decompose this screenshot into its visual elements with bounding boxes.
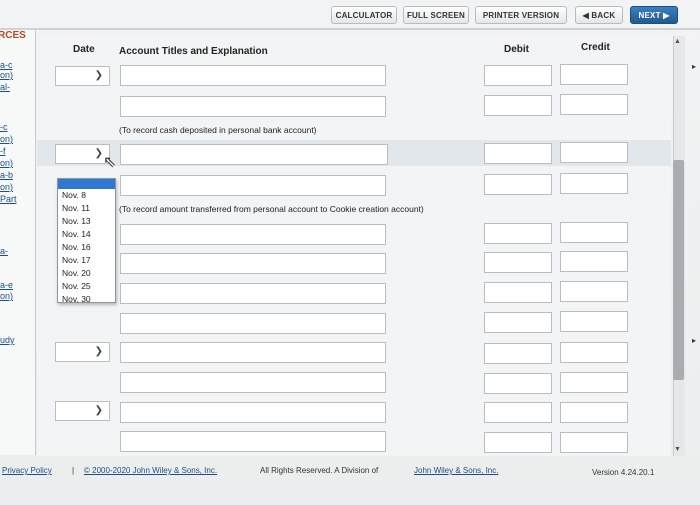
- date-select[interactable]: ❯: [55, 66, 110, 86]
- account-title-input[interactable]: [120, 144, 388, 165]
- sidebar-link[interactable]: -c: [0, 122, 8, 132]
- sidebar-link[interactable]: a-e: [0, 280, 13, 290]
- dropdown-option[interactable]: Nov. 17: [58, 254, 115, 267]
- debit-header: Debit: [504, 44, 529, 55]
- debit-input[interactable]: [484, 252, 552, 273]
- scroll-down-icon[interactable]: ▼: [674, 446, 681, 453]
- sidebar-link[interactable]: udy: [0, 335, 15, 345]
- sidebar-link[interactable]: on): [0, 291, 13, 301]
- credit-input[interactable]: [560, 342, 628, 363]
- account-title-input[interactable]: [120, 313, 386, 334]
- version-text: Version 4.24.20.1: [592, 468, 655, 477]
- account-title-input[interactable]: [120, 224, 386, 245]
- account-title-input[interactable]: [120, 342, 386, 363]
- sidebar-link[interactable]: on): [0, 70, 13, 80]
- chevron-down-icon: ❯: [94, 346, 103, 357]
- dropdown-option[interactable]: Nov. 14: [58, 228, 115, 241]
- account-title-input[interactable]: [120, 372, 386, 393]
- chevron-down-icon: ❯: [94, 70, 103, 81]
- sidebar: RCES a-c on) al- -c on) -f on) a-b on) P…: [0, 30, 36, 455]
- page: CALCULATOR FULL SCREEN PRINTER VERSION ◀…: [0, 0, 700, 505]
- printer-version-button[interactable]: PRINTER VERSION: [475, 6, 567, 24]
- debit-input[interactable]: [484, 282, 552, 303]
- debit-input[interactable]: [484, 343, 552, 364]
- footer-separator: |: [72, 466, 75, 475]
- sidebar-link[interactable]: al-: [0, 82, 10, 92]
- dropdown-option[interactable]: Nov. 20: [58, 267, 115, 280]
- dropdown-option[interactable]: Nov. 16: [58, 241, 115, 254]
- footer-rights-text: All Rights Reserved. A Division of: [260, 466, 379, 475]
- mouse-cursor-icon: ⇖: [103, 154, 117, 171]
- debit-input[interactable]: [484, 143, 552, 164]
- dropdown-option[interactable]: Nov. 25: [58, 280, 115, 293]
- footer: Privacy Policy | © 2000-2020 John Wiley …: [0, 462, 700, 490]
- account-title-input[interactable]: [120, 65, 386, 86]
- account-title-input[interactable]: [120, 175, 386, 196]
- account-title-input[interactable]: [120, 253, 386, 274]
- sidebar-link[interactable]: a-c: [0, 60, 13, 70]
- sidebar-link[interactable]: Part: [0, 194, 17, 204]
- sidebar-link[interactable]: -f: [0, 146, 6, 156]
- debit-input[interactable]: [484, 95, 552, 116]
- date-header: Date: [73, 44, 95, 55]
- scrollbar-thumb[interactable]: [673, 160, 684, 380]
- account-header: Account Titles and Explanation: [119, 46, 268, 57]
- sidebar-link[interactable]: a-b: [0, 170, 13, 180]
- date-dropdown-list: Nov. 8 Nov. 11 Nov. 13 Nov. 14 Nov. 16 N…: [57, 178, 116, 306]
- date-select[interactable]: ❯: [55, 342, 110, 362]
- top-toolbar: CALCULATOR FULL SCREEN PRINTER VERSION ◀…: [0, 0, 700, 28]
- copyright-link[interactable]: © 2000-2020 John Wiley & Sons, Inc.: [84, 466, 217, 475]
- right-arrow-icon: ▸: [692, 336, 697, 345]
- next-button[interactable]: NEXT ▶: [630, 6, 678, 24]
- credit-input[interactable]: [560, 311, 628, 332]
- dropdown-selected-option[interactable]: [58, 179, 115, 189]
- credit-input[interactable]: [560, 402, 628, 423]
- dropdown-option[interactable]: Nov. 11: [58, 202, 115, 215]
- credit-input[interactable]: [560, 142, 628, 163]
- debit-input[interactable]: [484, 174, 552, 195]
- sidebar-link[interactable]: on): [0, 182, 13, 192]
- credit-input[interactable]: [560, 222, 628, 243]
- debit-input[interactable]: [484, 432, 552, 453]
- journal-entry-table: Date Account Titles and Explanation Debi…: [37, 36, 671, 456]
- debit-input[interactable]: [484, 65, 552, 86]
- sidebar-link[interactable]: on): [0, 158, 13, 168]
- credit-header: Credit: [581, 42, 610, 53]
- debit-input[interactable]: [484, 223, 552, 244]
- right-arrow-icon: ▸: [692, 62, 697, 71]
- calculator-button[interactable]: CALCULATOR: [331, 6, 397, 24]
- debit-input[interactable]: [484, 373, 552, 394]
- full-screen-button[interactable]: FULL SCREEN: [403, 6, 469, 24]
- date-select[interactable]: ❯: [55, 144, 110, 164]
- credit-input[interactable]: [560, 173, 628, 194]
- explanation-text: (To record amount transferred from perso…: [119, 204, 424, 214]
- credit-input[interactable]: [560, 372, 628, 393]
- dropdown-option[interactable]: Nov. 30: [58, 293, 115, 306]
- account-title-input[interactable]: [120, 283, 386, 304]
- sidebar-link[interactable]: a-: [0, 246, 8, 256]
- scroll-up-icon[interactable]: ▲: [674, 38, 681, 45]
- account-title-input[interactable]: [120, 402, 386, 423]
- debit-input[interactable]: [484, 312, 552, 333]
- credit-input[interactable]: [560, 94, 628, 115]
- dropdown-option[interactable]: Nov. 13: [58, 215, 115, 228]
- debit-input[interactable]: [484, 402, 552, 423]
- back-button[interactable]: ◀ BACK: [575, 6, 623, 24]
- account-title-input[interactable]: [120, 96, 386, 117]
- chevron-down-icon: ❯: [94, 148, 103, 159]
- credit-input[interactable]: [560, 281, 628, 302]
- credit-input[interactable]: [560, 251, 628, 272]
- wiley-link[interactable]: John Wiley & Sons, Inc.: [414, 466, 498, 475]
- date-select[interactable]: ❯: [55, 401, 110, 421]
- credit-input[interactable]: [560, 64, 628, 85]
- sidebar-heading: RCES: [0, 30, 26, 41]
- chevron-down-icon: ❯: [94, 405, 103, 416]
- toolbar-divider: [0, 28, 700, 30]
- dropdown-option[interactable]: Nov. 8: [58, 189, 115, 202]
- credit-input[interactable]: [560, 432, 628, 453]
- privacy-policy-link[interactable]: Privacy Policy: [2, 466, 52, 475]
- explanation-text: (To record cash deposited in personal ba…: [119, 125, 317, 135]
- sidebar-link[interactable]: on): [0, 134, 13, 144]
- account-title-input[interactable]: [120, 431, 386, 452]
